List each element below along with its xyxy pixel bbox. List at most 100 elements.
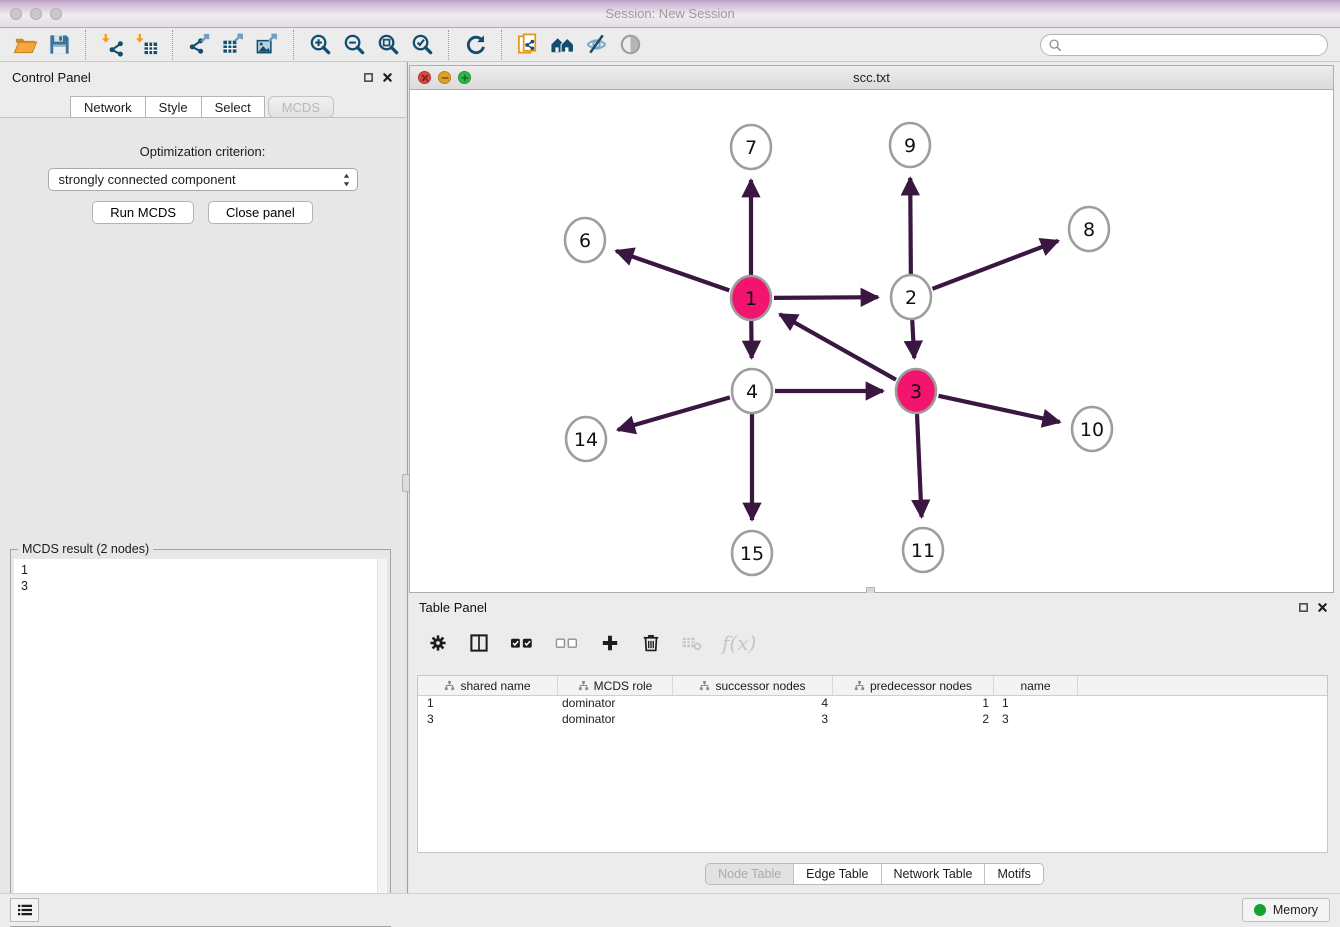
memory-button[interactable]: Memory: [1242, 898, 1330, 922]
network-home-button[interactable]: [545, 30, 579, 60]
mcds-result-group: MCDS result (2 nodes) 1 3: [10, 549, 391, 927]
network-close-button[interactable]: [418, 71, 431, 84]
result-scrollbar[interactable]: [377, 559, 387, 923]
tab-node-table[interactable]: Node Table: [706, 864, 794, 884]
network-window-titlebar: scc.txt: [410, 66, 1333, 90]
tab-mcds[interactable]: MCDS: [268, 96, 334, 118]
search-field[interactable]: [1040, 34, 1328, 56]
toolbar-separator: [172, 30, 173, 60]
hide-selected-button[interactable]: [579, 30, 613, 60]
zoom-selected-icon: [410, 32, 435, 57]
create-column-button[interactable]: [599, 632, 621, 654]
export-image-button[interactable]: [250, 30, 284, 60]
save-session-button[interactable]: [42, 30, 76, 60]
column-header-shared-name[interactable]: shared name: [418, 676, 558, 695]
table-delete-icon: [681, 632, 703, 654]
graph-node-11[interactable]: 11: [903, 528, 943, 572]
graph-node-6[interactable]: 6: [565, 218, 605, 262]
unselect-all-columns-button[interactable]: [554, 632, 580, 654]
graph-edge-4-14[interactable]: [618, 397, 730, 429]
table-cell: 4: [673, 696, 833, 712]
graph-node-7[interactable]: 7: [731, 125, 771, 169]
network-zoom-button[interactable]: [458, 71, 471, 84]
import-network-button[interactable]: [95, 30, 129, 60]
hide-eye-icon: [584, 32, 609, 57]
export-network-button[interactable]: [182, 30, 216, 60]
column-header-successor-nodes[interactable]: successor nodes: [673, 676, 833, 695]
refresh-button[interactable]: [458, 30, 492, 60]
node-table: shared nameMCDS rolesuccessor nodesprede…: [417, 675, 1328, 853]
float-table-panel-icon[interactable]: [1298, 602, 1309, 613]
tab-select[interactable]: Select: [201, 96, 265, 118]
zoom-fit-icon: [376, 32, 401, 57]
graph-edge-1-2[interactable]: [774, 297, 878, 298]
zoom-out-button[interactable]: [337, 30, 371, 60]
new-network-from-selection-button[interactable]: [511, 30, 545, 60]
graph-edge-3-1[interactable]: [780, 314, 896, 380]
graph-node-3[interactable]: 3: [896, 369, 936, 413]
zoom-fit-button[interactable]: [371, 30, 405, 60]
float-panel-icon[interactable]: [363, 72, 374, 83]
main-toolbar: [0, 28, 1340, 62]
close-panel-icon[interactable]: [382, 72, 393, 83]
export-table-icon: [221, 32, 246, 57]
search-input[interactable]: [1062, 36, 1327, 54]
tab-edge-table[interactable]: Edge Table: [794, 864, 881, 884]
trash-icon: [640, 632, 662, 654]
refresh-icon: [463, 32, 488, 57]
tab-style[interactable]: Style: [145, 96, 202, 118]
table-settings-button[interactable]: [427, 632, 449, 654]
close-panel-button[interactable]: Close panel: [208, 201, 313, 224]
export-table-button[interactable]: [216, 30, 250, 60]
table-row[interactable]: 3dominator323: [418, 712, 1327, 728]
toolbar-separator: [293, 30, 294, 60]
network-minimize-button[interactable]: [438, 71, 451, 84]
column-header-MCDS-role[interactable]: MCDS role: [558, 676, 673, 695]
open-folder-icon: [13, 32, 38, 57]
graph-node-14[interactable]: 14: [566, 417, 606, 461]
graph-node-9[interactable]: 9: [890, 123, 930, 167]
table-cell: 1: [418, 696, 558, 712]
table-row[interactable]: 1dominator411: [418, 696, 1327, 712]
run-mcds-button[interactable]: Run MCDS: [92, 201, 194, 224]
houses-icon: [550, 32, 575, 57]
show-hidden-button[interactable]: [613, 30, 647, 60]
tab-network[interactable]: Network: [70, 96, 146, 118]
tab-network-table[interactable]: Network Table: [882, 864, 986, 884]
zoom-in-button[interactable]: [303, 30, 337, 60]
graph-node-10[interactable]: 10: [1072, 407, 1112, 451]
graph-node-1[interactable]: 1: [731, 276, 771, 320]
graph-node-label: 15: [740, 543, 764, 565]
flow-icon: [699, 680, 710, 691]
import-table-button[interactable]: [129, 30, 163, 60]
delete-column-button[interactable]: [640, 632, 662, 654]
close-table-panel-icon[interactable]: [1317, 602, 1328, 613]
network-canvas[interactable]: 7 9 6 8 1 2 4 3 14 10 15 11: [410, 90, 1333, 592]
graph-node-4[interactable]: 4: [732, 369, 772, 413]
tab-motifs[interactable]: Motifs: [985, 864, 1042, 884]
zoom-out-icon: [342, 32, 367, 57]
select-all-columns-button[interactable]: [509, 632, 535, 654]
column-header-predecessor-nodes[interactable]: predecessor nodes: [833, 676, 994, 695]
show-column-button[interactable]: [468, 632, 490, 654]
column-header-name[interactable]: name: [994, 676, 1078, 695]
graph-edge-2-8[interactable]: [932, 241, 1058, 289]
graph-node-8[interactable]: 8: [1069, 207, 1109, 251]
toolbar-separator: [448, 30, 449, 60]
graph-edge-3-11[interactable]: [917, 414, 922, 517]
mcds-result-text: 1 3: [14, 559, 387, 597]
table-body: 1dominator4113dominator323: [418, 696, 1327, 728]
graph-node-15[interactable]: 15: [732, 531, 772, 575]
select-all-checks-icon: [509, 632, 535, 654]
graph-node-label: 4: [746, 381, 758, 403]
graph-edge-3-10[interactable]: [938, 396, 1059, 422]
graph-edge-2-9[interactable]: [910, 178, 911, 274]
task-history-button[interactable]: [10, 898, 39, 922]
graph-edge-2-3[interactable]: [912, 320, 914, 358]
graph-edge-1-6[interactable]: [616, 251, 729, 291]
criterion-select[interactable]: strongly connected component: [48, 168, 358, 191]
network-from-selection-icon: [516, 32, 541, 57]
graph-node-2[interactable]: 2: [891, 275, 931, 319]
open-session-button[interactable]: [8, 30, 42, 60]
zoom-selected-button[interactable]: [405, 30, 439, 60]
